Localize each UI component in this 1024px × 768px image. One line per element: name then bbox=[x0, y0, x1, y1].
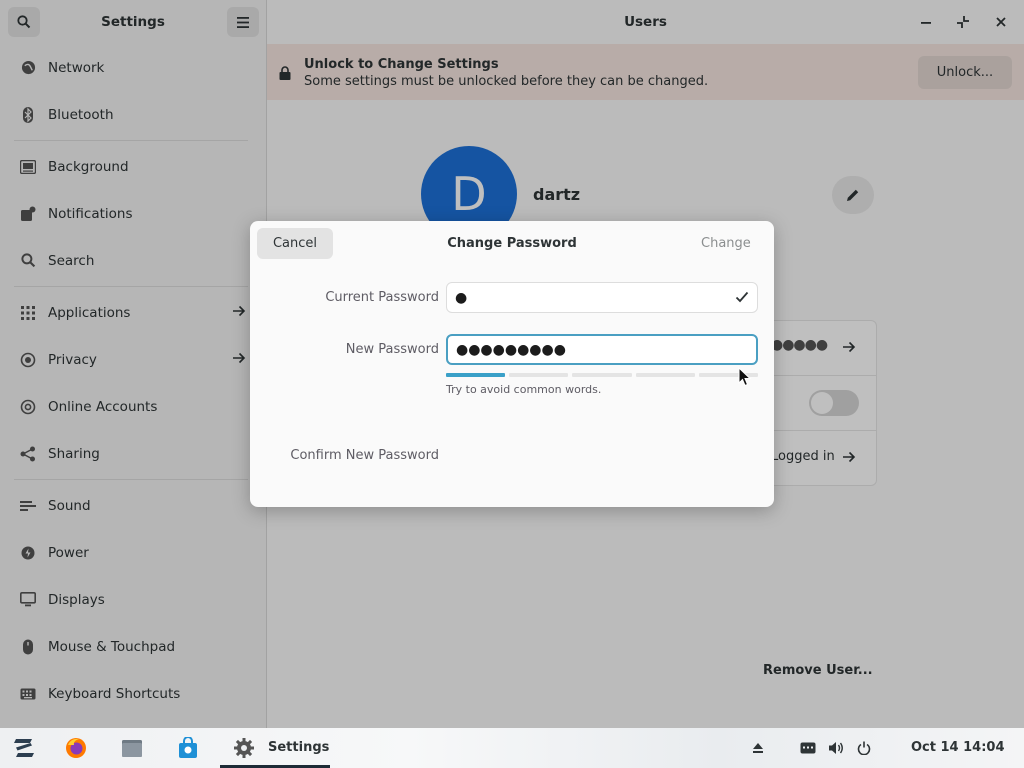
current-password-label: Current Password bbox=[325, 290, 439, 305]
wired-network-icon bbox=[800, 742, 816, 754]
change-button[interactable]: Change bbox=[701, 236, 751, 251]
new-password-field[interactable]: ●●●●●●●●● bbox=[446, 334, 758, 365]
firefox-icon bbox=[66, 738, 86, 758]
current-password-value: ● bbox=[455, 289, 468, 306]
new-password-label: New Password bbox=[345, 342, 439, 357]
power-icon bbox=[857, 741, 871, 755]
volume-button[interactable] bbox=[824, 736, 848, 760]
gear-icon bbox=[234, 738, 254, 758]
taskbar-app-label: Settings bbox=[268, 740, 330, 755]
password-hint: Try to avoid common words. bbox=[446, 383, 602, 396]
strength-segment bbox=[446, 373, 506, 377]
zorin-logo-icon bbox=[14, 739, 34, 757]
taskbar: Settings Oct 14 14:04 bbox=[0, 728, 1024, 768]
current-password-field[interactable]: ● bbox=[446, 282, 758, 313]
dialog-title: Change Password bbox=[447, 236, 577, 251]
power-menu-button[interactable] bbox=[852, 736, 876, 760]
change-password-dialog: Cancel Change Password Change Current Pa… bbox=[250, 221, 774, 507]
zorin-menu-button[interactable] bbox=[12, 736, 36, 760]
strength-segment bbox=[635, 373, 695, 377]
settings-app-icon-wrap bbox=[232, 736, 256, 760]
software-store-icon bbox=[179, 737, 197, 758]
firefox-button[interactable] bbox=[64, 736, 88, 760]
volume-icon bbox=[829, 742, 843, 754]
strength-segment bbox=[509, 373, 569, 377]
mouse-cursor-icon bbox=[738, 367, 751, 387]
network-status-button[interactable] bbox=[796, 736, 820, 760]
eject-button[interactable] bbox=[746, 736, 770, 760]
eject-icon bbox=[753, 743, 763, 753]
confirm-password-label: Confirm New Password bbox=[290, 448, 439, 463]
strength-segment bbox=[572, 373, 632, 377]
new-password-value: ●●●●●●●●● bbox=[456, 341, 566, 358]
folder-icon bbox=[122, 740, 142, 757]
clock[interactable]: Oct 14 14:04 bbox=[911, 740, 1005, 755]
software-button[interactable] bbox=[176, 736, 200, 760]
checkmark-icon bbox=[735, 291, 749, 303]
password-strength-bar bbox=[446, 373, 759, 377]
files-button[interactable] bbox=[120, 736, 144, 760]
